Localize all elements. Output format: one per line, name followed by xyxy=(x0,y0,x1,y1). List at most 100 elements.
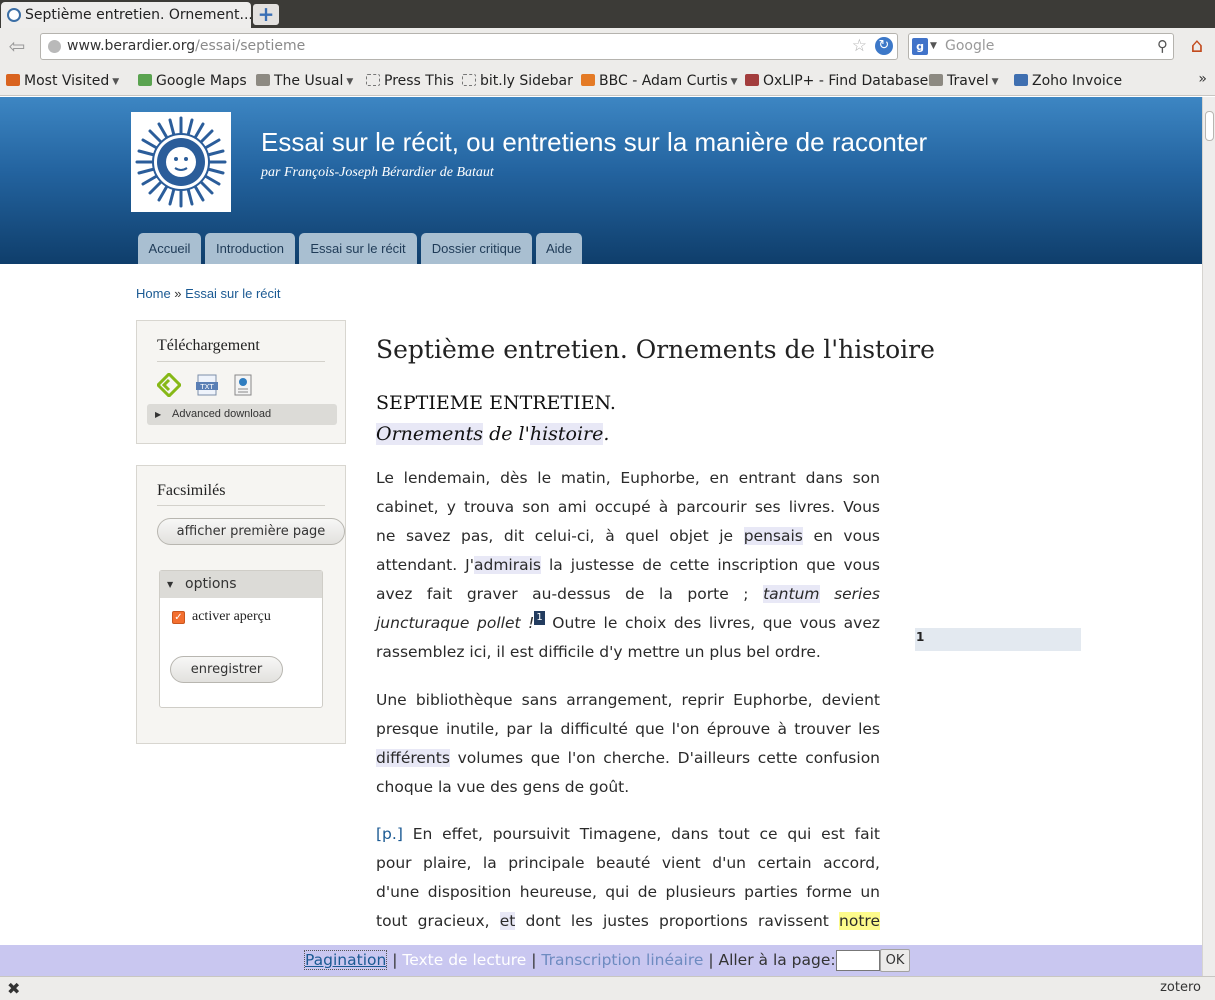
highlighted-word[interactable]: histoire xyxy=(529,423,604,445)
text-fragment: de l' xyxy=(483,423,530,445)
goto-page-input[interactable] xyxy=(835,950,880,971)
url-bar[interactable]: www.berardier.org/essai/septieme ☆ ↻ xyxy=(40,33,898,60)
text-line: rassemblez ici, il est difficile d'y met… xyxy=(376,643,821,661)
footnote-marker[interactable]: 1 xyxy=(534,611,545,625)
pagination-link[interactable]: Pagination xyxy=(304,950,388,970)
reading-text-link[interactable]: Texte de lecture xyxy=(402,951,526,969)
highlighted-word[interactable]: pensais xyxy=(743,527,803,545)
tab-introduction[interactable]: Introduction xyxy=(205,233,295,264)
vertical-scrollbar[interactable] xyxy=(1202,97,1215,976)
highlighted-word[interactable]: admirais xyxy=(474,556,541,574)
svg-text:TXT: TXT xyxy=(199,383,214,391)
folder-icon xyxy=(6,74,20,86)
footnote-panel: 1 xyxy=(915,628,1081,651)
url-path: /essai/septieme xyxy=(195,38,306,54)
map-pin-icon xyxy=(138,74,152,86)
bookmark-oxlip[interactable]: OxLIP+ - Find Database xyxy=(745,72,928,90)
globe-icon xyxy=(48,40,61,53)
tab-essai-sur-le-recit[interactable]: Essai sur le récit xyxy=(299,233,417,264)
preview-checkbox[interactable]: ✓ xyxy=(172,611,185,624)
bookmark-zoho-invoice[interactable]: Zoho Invoice xyxy=(1014,72,1122,90)
status-bar: ✖ zotero xyxy=(0,976,1215,1000)
tab-active[interactable]: Septième entretien. Ornement... xyxy=(1,2,251,28)
footnote-number[interactable]: 1 xyxy=(916,630,924,644)
txt-download-icon[interactable]: TXT xyxy=(195,373,218,397)
goto-page-ok-button[interactable]: OK xyxy=(879,949,911,972)
bookmark-bitly-sidebar[interactable]: bit.ly Sidebar xyxy=(462,72,573,90)
triangle-down-icon: ▼ xyxy=(167,580,174,589)
breadcrumb-current-link[interactable]: Essai sur le récit xyxy=(185,286,280,301)
options-fieldset: ▼ options ✓ activer aperçu enregistrer xyxy=(159,570,323,708)
oxford-icon xyxy=(745,74,759,86)
advanced-download-label: Advanced download xyxy=(172,408,272,420)
options-legend-label: options xyxy=(185,576,237,592)
tab-title: Septième entretien. Ornement... xyxy=(25,7,251,23)
download-block: Téléchargement TXT ▶ Advanced download xyxy=(136,320,346,444)
show-first-page-button[interactable]: afficher première page xyxy=(157,518,345,545)
breadcrumb-separator: » xyxy=(170,286,186,301)
tab-dossier-critique[interactable]: Dossier critique xyxy=(421,233,532,264)
bookmark-bbc-adam-curtis[interactable]: BBC - Adam Curtis ▼ xyxy=(581,72,738,90)
epub-download-icon[interactable] xyxy=(155,371,183,399)
scrollbar-thumb[interactable] xyxy=(1205,111,1214,141)
text-fragment: . xyxy=(603,423,610,445)
page-title: Septième entretien. Ornements de l'histo… xyxy=(376,335,935,364)
highlighted-word-yellow[interactable]: notre xyxy=(839,912,880,930)
navigation-toolbar: ⇦ www.berardier.org/essai/septieme ☆ ↻ g… xyxy=(0,28,1215,65)
bookmark-press-this[interactable]: Press This xyxy=(366,72,454,90)
text-fragment: tout gracieux, xyxy=(376,912,500,930)
text-fragment: dont les justes proportions ravissent xyxy=(515,912,840,930)
text-line: cabinet, y trouva son ami occupé à parco… xyxy=(376,498,880,516)
bookmark-star-icon[interactable]: ☆ xyxy=(852,34,867,59)
site-logo[interactable] xyxy=(131,112,231,212)
search-icon[interactable]: ⚲ xyxy=(1157,34,1168,59)
new-tab-button[interactable]: + xyxy=(253,4,279,25)
home-icon[interactable]: ⌂ xyxy=(1186,33,1208,57)
chevron-down-icon: ▼ xyxy=(346,77,354,87)
breadcrumb-home-link[interactable]: Home xyxy=(136,286,171,301)
highlighted-word[interactable]: différents xyxy=(376,749,450,767)
breadcrumb: Home » Essai sur le récit xyxy=(136,286,281,301)
text-line: d'une disposition heureuse, qui de plusi… xyxy=(376,883,880,901)
close-icon[interactable]: ✖ xyxy=(7,979,20,998)
bookmark-google-maps[interactable]: Google Maps xyxy=(138,72,247,90)
rss-icon xyxy=(581,74,595,86)
preview-checkbox-label[interactable]: activer aperçu xyxy=(192,609,271,625)
reload-icon[interactable]: ↻ xyxy=(875,37,893,55)
text-line: Une bibliothèque sans arrangement, repri… xyxy=(376,691,880,709)
options-legend-toggle[interactable]: ▼ options xyxy=(160,571,322,598)
text-fragment: attendant. J' xyxy=(376,556,474,574)
highlighted-word[interactable]: tantum xyxy=(763,585,820,603)
bookmark-most-visited[interactable]: Most Visited ▼ xyxy=(6,72,119,90)
text-line: différents volumes que l'on cherche. D'a… xyxy=(376,744,880,773)
divider xyxy=(157,505,325,506)
text-fragment: la justesse de cette inscription que vou… xyxy=(541,556,880,574)
highlighted-word[interactable]: et xyxy=(499,912,516,930)
facsimiles-block-title: Facsimilés xyxy=(157,482,226,499)
chevron-down-icon[interactable]: ▼ xyxy=(930,34,937,59)
bookmarks-overflow-icon[interactable]: » xyxy=(1198,71,1207,87)
chapter-heading: SEPTIEME ENTRETIEN. xyxy=(376,392,616,414)
tab-accueil[interactable]: Accueil xyxy=(138,233,201,264)
site-title[interactable]: Essai sur le récit, ou entretiens sur la… xyxy=(261,127,927,158)
save-button[interactable]: enregistrer xyxy=(170,656,283,683)
xml-download-icon[interactable] xyxy=(231,373,253,397)
bookmark-travel[interactable]: Travel ▼ xyxy=(929,72,999,90)
text-line: juncturaque pollet ! 1 Outre le choix des… xyxy=(376,609,880,638)
tab-aide[interactable]: Aide xyxy=(536,233,582,264)
pagination-marker-link[interactable]: [p.] xyxy=(376,825,403,843)
zotero-label[interactable]: zotero xyxy=(1160,980,1201,995)
chevron-down-icon: ▼ xyxy=(112,77,120,87)
text-line: Le lendemain, dès le matin, Euphorbe, en… xyxy=(376,469,880,487)
divider xyxy=(157,361,325,362)
advanced-download-toggle[interactable]: ▶ Advanced download xyxy=(147,404,337,425)
triangle-right-icon: ▶ xyxy=(155,410,162,419)
text-line: avez fait graver au-dessus de la porte ;… xyxy=(376,580,880,609)
back-arrow-icon[interactable]: ⇦ xyxy=(4,35,30,59)
linear-transcription-link[interactable]: Transcription linéaire xyxy=(541,951,703,969)
highlighted-word[interactable]: Ornements xyxy=(376,423,484,445)
site-header: Essai sur le récit, ou entretiens sur la… xyxy=(0,97,1202,264)
google-engine-icon[interactable]: g xyxy=(912,38,928,55)
search-bar[interactable]: g ▼ Google ⚲ xyxy=(908,33,1174,60)
bookmark-the-usual[interactable]: The Usual ▼ xyxy=(256,72,353,90)
